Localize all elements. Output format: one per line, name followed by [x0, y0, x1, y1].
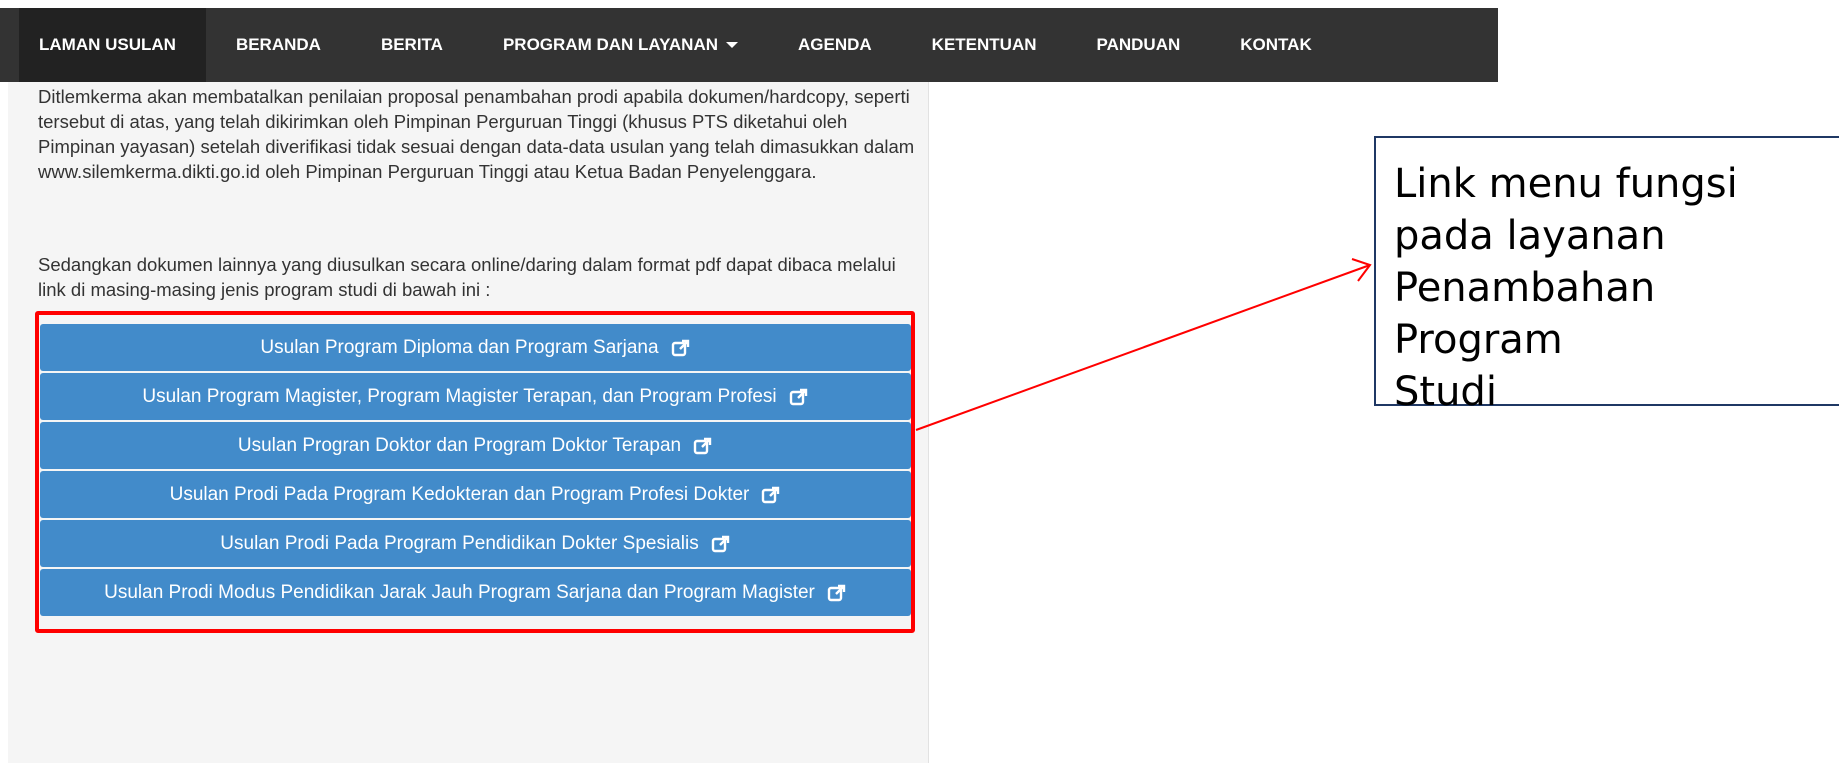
- caret-down-icon: [726, 42, 738, 48]
- link-kedokteran-button[interactable]: Usulan Prodi Pada Program Kedokteran dan…: [40, 471, 911, 518]
- nav-item-ketentuan[interactable]: KETENTUAN: [902, 8, 1067, 82]
- nav-item-laman-usulan[interactable]: LAMAN USULAN: [19, 8, 206, 82]
- nav-item-label: LAMAN USULAN: [39, 35, 176, 54]
- top-navbar: LAMAN USULAN BERANDA BERITA PROGRAM DAN …: [0, 8, 1498, 82]
- link-label: Usulan Program Magister, Program Magiste…: [142, 385, 777, 407]
- nav-item-berita[interactable]: BERITA: [351, 8, 473, 82]
- external-link-icon: [671, 338, 691, 358]
- nav-item-panduan[interactable]: PANDUAN: [1067, 8, 1211, 82]
- nav-item-label: KETENTUAN: [931, 35, 1037, 54]
- nav-item-beranda[interactable]: BERANDA: [206, 8, 351, 82]
- callout-line: Studi: [1394, 369, 1497, 415]
- nav-item-label: PANDUAN: [1096, 35, 1181, 54]
- callout-line: Penambahan Program: [1394, 265, 1656, 363]
- external-link-icon: [827, 583, 847, 603]
- external-link-icon: [711, 534, 731, 554]
- callout-line: pada layanan: [1394, 213, 1666, 259]
- callout-box: Link menu fungsi pada layanan Penambahan…: [1374, 136, 1839, 415]
- callout-line: Link menu fungsi: [1394, 161, 1738, 207]
- nav-item-agenda[interactable]: AGENDA: [768, 8, 902, 82]
- external-link-icon: [693, 436, 713, 456]
- link-label: Usulan Prodi Modus Pendidikan Jarak Jauh…: [104, 581, 815, 603]
- nav-item-label: BERITA: [380, 35, 443, 54]
- nav-item-label: AGENDA: [798, 35, 872, 54]
- nav-item-program-dan-layanan[interactable]: PROGRAM DAN LAYANAN: [473, 8, 768, 82]
- external-link-icon: [789, 387, 809, 407]
- nav-item-label: BERANDA: [235, 35, 321, 54]
- program-links-group: Usulan Program Diploma dan Program Sarja…: [40, 324, 911, 618]
- link-pjj-button[interactable]: Usulan Prodi Modus Pendidikan Jarak Jauh…: [40, 569, 911, 616]
- link-magister-profesi-button[interactable]: Usulan Program Magister, Program Magiste…: [40, 373, 911, 420]
- external-link-icon: [761, 485, 781, 505]
- link-label: Usulan Prodi Pada Program Kedokteran dan…: [169, 483, 750, 505]
- link-diploma-sarjana-button[interactable]: Usulan Program Diploma dan Program Sarja…: [40, 324, 911, 371]
- info-paragraph-1: Ditlemkerma akan membatalkan penilaian p…: [38, 86, 915, 182]
- link-label: Usulan Progran Doktor dan Program Doktor…: [237, 434, 682, 456]
- link-label: Usulan Program Diploma dan Program Sarja…: [260, 336, 659, 358]
- info-paragraph-2: Sedangkan dokumen lainnya yang diusulkan…: [38, 254, 896, 300]
- nav-item-label: KONTAK: [1240, 35, 1312, 54]
- nav-item-kontak[interactable]: KONTAK: [1210, 8, 1341, 82]
- link-label: Usulan Prodi Pada Program Pendidikan Dok…: [220, 532, 699, 554]
- link-doktor-button[interactable]: Usulan Progran Doktor dan Program Doktor…: [40, 422, 911, 469]
- link-dokter-spesialis-button[interactable]: Usulan Prodi Pada Program Pendidikan Dok…: [40, 520, 911, 567]
- nav-item-label: PROGRAM DAN LAYANAN: [502, 35, 718, 54]
- content-panel: Ditlemkerma akan membatalkan penilaian p…: [8, 82, 929, 763]
